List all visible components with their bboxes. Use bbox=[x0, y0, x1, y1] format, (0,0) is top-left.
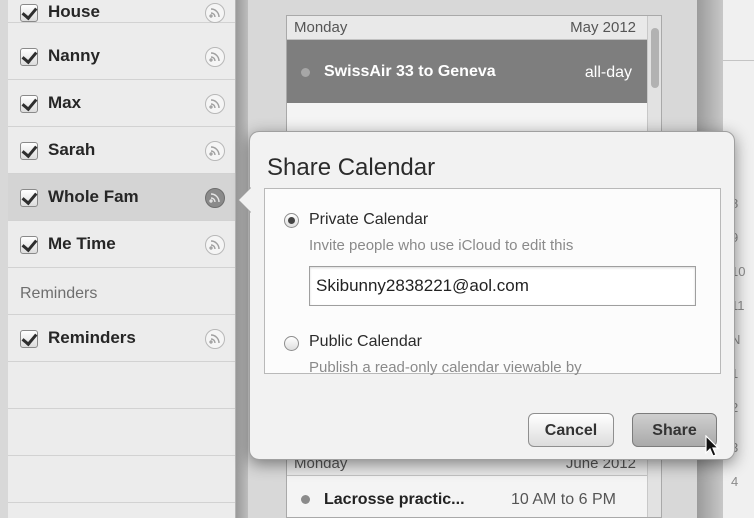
private-calendar-description: Invite people who use iCloud to edit thi… bbox=[309, 237, 574, 254]
public-calendar-label[interactable]: Public Calendar bbox=[309, 333, 422, 351]
event-item-selected[interactable]: SwissAir 33 to Geneva all-day bbox=[287, 40, 647, 103]
sidebar-item-nanny[interactable]: Nanny bbox=[8, 33, 235, 80]
private-calendar-label[interactable]: Private Calendar bbox=[309, 211, 428, 229]
share-calendar-icon[interactable] bbox=[205, 188, 225, 208]
share-calendar-icon[interactable] bbox=[205, 94, 225, 114]
sidebar-empty-row bbox=[8, 409, 235, 456]
event-title: SwissAir 33 to Geneva bbox=[324, 63, 496, 80]
calendar-label: Sarah bbox=[48, 140, 96, 159]
event-time: all-day bbox=[584, 64, 632, 81]
public-calendar-radio[interactable] bbox=[284, 336, 299, 351]
email-field[interactable]: Skibunny2838221@aol.com bbox=[309, 266, 696, 306]
event-title: Lacrosse practic... bbox=[324, 491, 465, 508]
sidebar-item-me-time[interactable]: Me Time bbox=[8, 221, 235, 268]
private-calendar-radio[interactable] bbox=[284, 213, 299, 228]
calendar-label: Max bbox=[48, 93, 82, 112]
calendar-label: House bbox=[48, 2, 100, 21]
share-calendar-icon[interactable] bbox=[205, 3, 225, 23]
section-header-label: Reminders bbox=[20, 285, 98, 302]
sidebar-empty-row bbox=[8, 362, 235, 409]
checkbox-whole-fam[interactable] bbox=[20, 189, 38, 207]
checkbox-reminders[interactable] bbox=[20, 330, 38, 348]
sidebar-item-reminders[interactable]: Reminders bbox=[8, 315, 235, 362]
calendar-sidebar: House Nanny Max Sarah Whole Fam Me Time … bbox=[8, 0, 236, 518]
popover-arrow-fill bbox=[239, 188, 251, 212]
event-dot-icon bbox=[301, 68, 310, 77]
sidebar-item-max[interactable]: Max bbox=[8, 80, 235, 127]
mouse-pointer-icon bbox=[705, 435, 720, 457]
checkbox-sarah[interactable] bbox=[20, 142, 38, 160]
share-calendar-popover: Share Calendar Private Calendar Invite p… bbox=[238, 131, 735, 460]
event-time: 10 AM to 6 PM bbox=[511, 491, 616, 508]
event-dot-icon bbox=[301, 495, 310, 504]
day-name: Monday bbox=[294, 19, 348, 36]
cancel-button[interactable]: Cancel bbox=[528, 413, 614, 447]
checkbox-me-time[interactable] bbox=[20, 236, 38, 254]
calendar-label: Nanny bbox=[48, 46, 100, 65]
checkbox-house[interactable] bbox=[20, 4, 38, 22]
share-calendar-icon[interactable] bbox=[205, 235, 225, 255]
scrollbar-thumb[interactable] bbox=[651, 28, 659, 88]
popover-title: Share Calendar bbox=[267, 154, 436, 181]
sidebar-item-house[interactable]: House bbox=[8, 0, 235, 23]
sidebar-item-sarah[interactable]: Sarah bbox=[8, 127, 235, 174]
calendar-label: Whole Fam bbox=[48, 187, 139, 206]
day-header: Monday May 2012 bbox=[287, 16, 647, 40]
share-options-panel: Private Calendar Invite people who use i… bbox=[264, 188, 721, 376]
pane-divider[interactable] bbox=[236, 0, 248, 518]
hour-line bbox=[723, 60, 754, 61]
event-item[interactable]: Lacrosse practic... 10 AM to 6 PM bbox=[287, 482, 647, 517]
public-calendar-description: Publish a read-only calendar viewable by bbox=[309, 359, 582, 376]
month-label: May 2012 bbox=[570, 19, 636, 36]
sidebar-section-reminders: Reminders bbox=[8, 268, 235, 315]
checkbox-nanny[interactable] bbox=[20, 48, 38, 66]
checkbox-max[interactable] bbox=[20, 95, 38, 113]
calendar-label: Reminders bbox=[48, 328, 136, 347]
share-calendar-icon[interactable] bbox=[205, 47, 225, 67]
sidebar-item-whole-fam[interactable]: Whole Fam bbox=[8, 174, 235, 221]
sidebar-empty-row bbox=[8, 456, 235, 503]
share-calendar-icon[interactable] bbox=[205, 141, 225, 161]
share-calendar-icon[interactable] bbox=[205, 329, 225, 349]
calendar-label: Me Time bbox=[48, 234, 116, 253]
hour-label: 4 bbox=[731, 474, 739, 489]
